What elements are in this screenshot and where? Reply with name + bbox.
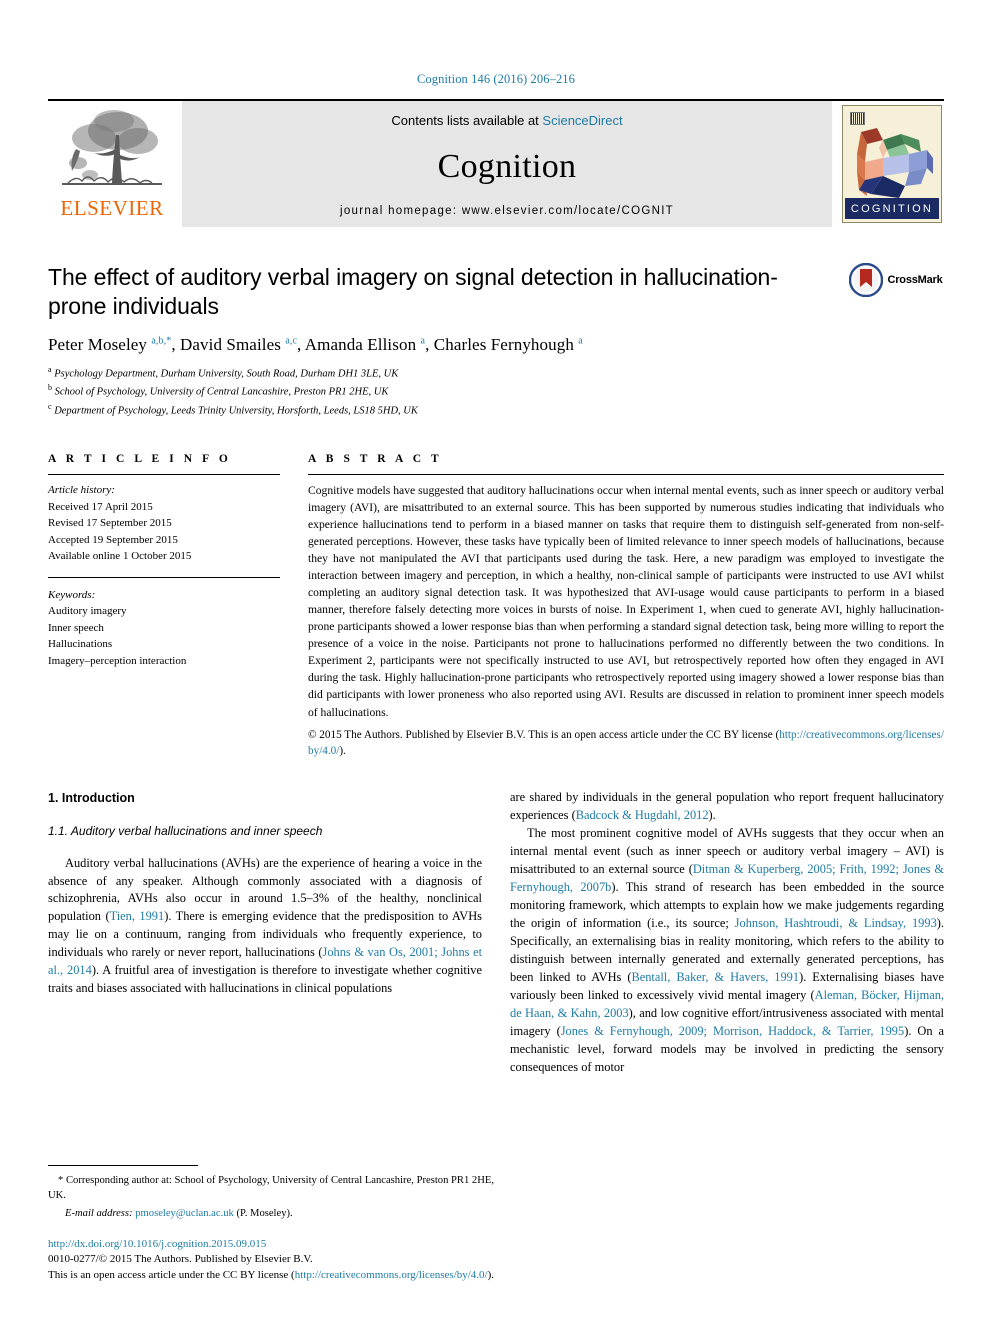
- article-first-page: Cognition 146 (2016) 206–216 ELSEVIER Co…: [0, 0, 992, 1323]
- abstract-copyright: © 2015 The Authors. Published by Elsevie…: [308, 728, 944, 757]
- running-head: Cognition 146 (2016) 206–216: [416, 72, 575, 86]
- citation-link[interactable]: Ditman & Kuperberg, 2005; Frith, 1992; J…: [510, 862, 944, 894]
- footnote-rule: [48, 1164, 198, 1166]
- article-history-item: Accepted 19 September 2015: [48, 533, 178, 546]
- doi-link[interactable]: http://dx.doi.org/10.1016/j.cognition.20…: [48, 1237, 494, 1252]
- article-info-body: Article history: Received 17 April 2015 R…: [48, 475, 280, 669]
- cc-license-link[interactable]: http://creativecommons.org/licenses/by/4…: [308, 729, 944, 757]
- affiliation-item: a Psychology Department, Durham Universi…: [48, 364, 399, 380]
- citation-link[interactable]: Johnson, Hashtroudi, & Lindsay, 1993: [735, 916, 937, 930]
- impossible-triangle-icon: [857, 128, 933, 198]
- right-column-paragraphs: are shared by individuals in the general…: [510, 789, 944, 1077]
- corresponding-author-note: * Corresponding author at: School of Psy…: [48, 1174, 494, 1201]
- article-history-list: Received 17 April 2015 Revised 17 Septemb…: [48, 499, 280, 565]
- article-history-item: Received 17 April 2015: [48, 500, 153, 513]
- body-columns: 1. Introduction 1.1. Auditory verbal hal…: [48, 789, 944, 1077]
- author-list: Peter Moseley a,b,*, David Smailes a,c, …: [48, 334, 583, 354]
- email-label: E-mail address:: [65, 1207, 136, 1219]
- citation-link[interactable]: Badcock & Hugdahl, 2012: [576, 808, 709, 822]
- article-info-column: A R T I C L E I N F O Article history: R…: [48, 453, 280, 759]
- email-note: E-mail address: pmoseley@uclan.ac.uk (P.…: [65, 1207, 293, 1219]
- body-paragraph: are shared by individuals in the general…: [510, 790, 944, 822]
- citation-link[interactable]: Jones & Fernyhough, 2009; Morrison, Hadd…: [561, 1024, 905, 1038]
- cover-thumbnail: COGNITION: [842, 105, 942, 223]
- page-title: The effect of auditory verbal imagery on…: [48, 264, 778, 320]
- abstract-body: Cognitive models have suggested that aud…: [308, 475, 944, 759]
- license-link[interactable]: http://creativecommons.org/licenses/by/4…: [295, 1269, 488, 1281]
- abstract-heading: A B S T R A C T: [308, 453, 443, 466]
- article-info-heading: A R T I C L E I N F O: [48, 453, 232, 466]
- subsection-heading: 1.1. Auditory verbal hallucinations and …: [48, 824, 323, 839]
- contents-prefix: Contents lists available at: [391, 113, 543, 128]
- abstract-column: A B S T R A C T Cognitive models have su…: [308, 453, 944, 759]
- citation-link[interactable]: Bentall, Baker, & Havers, 1991: [631, 970, 799, 984]
- cover-title: COGNITION: [845, 198, 939, 219]
- title-block: The effect of auditory verbal imagery on…: [48, 263, 944, 419]
- footnote-area: * Corresponding author at: School of Psy…: [48, 1164, 494, 1283]
- section-heading-introduction: 1. Introduction: [48, 791, 135, 805]
- journal-banner: Contents lists available at ScienceDirec…: [182, 101, 832, 227]
- crossmark-icon: [849, 263, 884, 297]
- elsevier-tree-icon: [62, 110, 162, 185]
- elsevier-wordmark: ELSEVIER: [60, 196, 164, 220]
- journal-masthead: ELSEVIER Contents lists available at Sci…: [48, 99, 944, 227]
- issn-copyright-line: 0010-0277/© 2015 The Authors. Published …: [48, 1253, 313, 1266]
- abstract-text: Cognitive models have suggested that aud…: [308, 484, 944, 719]
- body-paragraph: Auditory verbal hallucinations (AVHs) ar…: [48, 855, 483, 996]
- article-history-item: Available online 1 October 2015: [48, 550, 192, 563]
- keywords-label: Keywords:: [48, 588, 96, 601]
- body-column-left: 1. Introduction 1.1. Auditory verbal hal…: [48, 789, 482, 1077]
- keyword-item: Auditory imagery: [48, 605, 127, 618]
- elsevier-logo: ELSEVIER: [48, 101, 176, 227]
- citation-link[interactable]: Tien, 1991: [110, 909, 165, 923]
- keyword-item: Imagery–perception interaction: [48, 654, 187, 667]
- body-paragraph: The most prominent cognitive model of AV…: [510, 825, 945, 1074]
- crossmark-badge[interactable]: CrossMark: [848, 263, 944, 297]
- left-column-paragraphs: Auditory verbal hallucinations (AVHs) ar…: [48, 855, 482, 999]
- keywords-list: Auditory imagery Inner speech Hallucinatio…: [48, 603, 280, 669]
- sciencedirect-link[interactable]: ScienceDirect: [542, 113, 622, 128]
- keyword-item: Inner speech: [48, 621, 104, 634]
- email-link[interactable]: pmoseley@uclan.ac.uk: [135, 1208, 234, 1219]
- journal-homepage[interactable]: journal homepage: www.elsevier.com/locat…: [340, 205, 674, 217]
- contents-available-line: Contents lists available at ScienceDirec…: [391, 113, 622, 128]
- corresponding-marker: *: [58, 1174, 66, 1186]
- journal-cover: COGNITION: [840, 101, 944, 227]
- body-column-right: are shared by individuals in the general…: [510, 789, 944, 1077]
- affiliation-item: c Department of Psychology, Leeds Trinit…: [48, 401, 418, 417]
- license-line: This is an open access article under the…: [48, 1268, 495, 1281]
- citation-link[interactable]: Johns & van Os, 2001; Johns et al., 2014: [48, 945, 482, 977]
- article-history-label: Article history:: [48, 484, 115, 497]
- crossmark-label: CrossMark: [887, 274, 943, 286]
- doi-block: http://dx.doi.org/10.1016/j.cognition.20…: [48, 1237, 494, 1283]
- journal-name: Cognition: [437, 147, 577, 185]
- affiliation-item: b School of Psychology, University of Ce…: [48, 383, 389, 398]
- article-history-item: Revised 17 September 2015: [48, 517, 172, 530]
- affiliation-list: a Psychology Department, Durham Universi…: [48, 364, 944, 419]
- keyword-item: Hallucinations: [48, 638, 113, 651]
- citation-link[interactable]: Aleman, Böcker, Hijman, de Haan, & Kahn,…: [510, 988, 944, 1020]
- info-abstract-region: A R T I C L E I N F O Article history: R…: [48, 453, 944, 759]
